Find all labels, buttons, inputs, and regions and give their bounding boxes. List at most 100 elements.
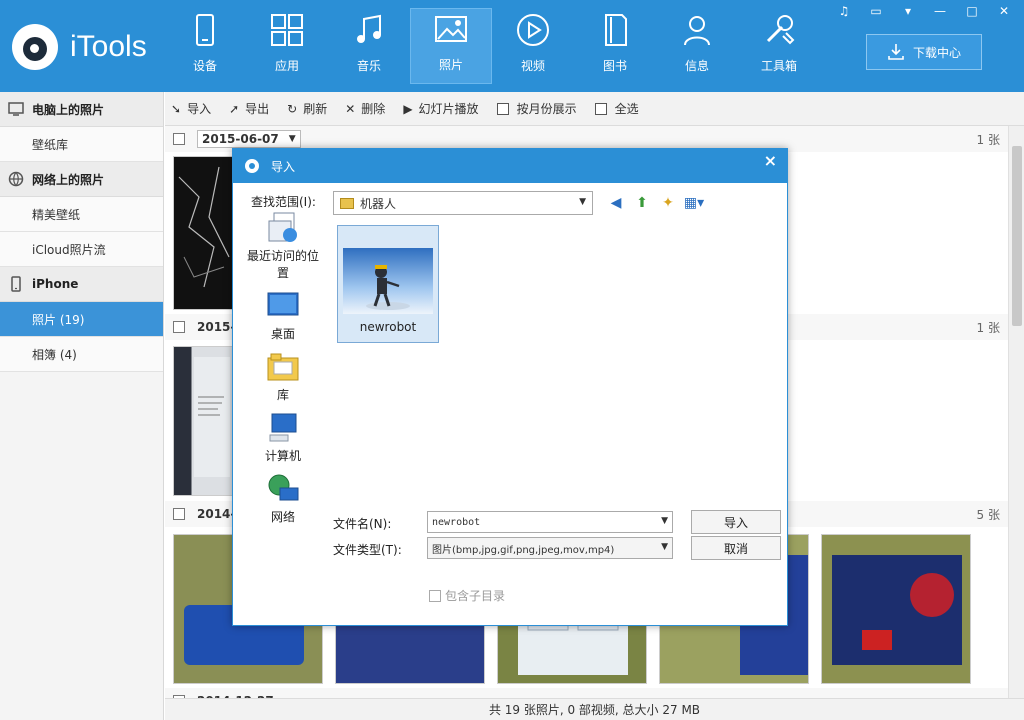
sidebar-item-icloud-stream[interactable]: iCloud照片流 <box>0 232 163 267</box>
group-date: 2015- <box>197 320 236 334</box>
group-checkbox[interactable] <box>173 133 185 145</box>
nav-tools[interactable]: 工具箱 <box>738 8 820 84</box>
sidebar-item-albums[interactable]: 相簿 (4) <box>0 337 163 372</box>
filename-label: 文件名(N): <box>333 517 392 531</box>
sidebar-item-wallpaper-library[interactable]: 壁纸库 <box>0 127 163 162</box>
desktop-icon <box>267 292 299 316</box>
group-date: 2014- <box>197 507 236 521</box>
sidebar-section-title: 电脑上的照片 <box>32 102 105 117</box>
nav-apps[interactable]: 应用 <box>246 8 328 84</box>
place-label: 库 <box>276 388 289 402</box>
sidebar-section-pc-photos[interactable]: 电脑上的照片 <box>0 92 163 127</box>
export-label: 导出 <box>245 102 270 116</box>
sidebar-item-fine-wallpaper[interactable]: 精美壁纸 <box>0 197 163 232</box>
by-month-checkbox[interactable]: 按月份展示 <box>496 100 577 117</box>
monitor-icon <box>8 102 24 116</box>
new-folder-icon[interactable]: ✦ <box>659 194 677 212</box>
map-photo-icon <box>178 166 230 288</box>
library-icon <box>267 353 299 381</box>
nav-photo[interactable]: 照片 <box>410 8 492 84</box>
music-mini-icon[interactable]: ♫ <box>832 2 856 20</box>
menu-icon[interactable]: ▾ <box>896 2 920 20</box>
status-text: 共 19 张照片, 0 部视频, 总大小 27 MB <box>488 703 701 717</box>
filename-input[interactable]: newrobot ▼ <box>427 511 673 533</box>
dialog-title: 导入 <box>271 159 296 174</box>
import-button[interactable]: ➘ 导入 <box>171 100 211 117</box>
group-checkbox[interactable] <box>173 508 185 520</box>
place-desktop[interactable]: 桌面 <box>243 289 323 342</box>
app-logo-text: iTools <box>70 30 147 63</box>
group-count: 1 张 <box>976 132 1000 147</box>
photo-thumbnail[interactable] <box>173 156 233 310</box>
vertical-scrollbar[interactable] <box>1008 126 1024 698</box>
photo-thumbnail[interactable] <box>173 346 233 496</box>
place-label: 网络 <box>270 510 295 524</box>
export-button[interactable]: ➚ 导出 <box>229 100 269 117</box>
download-center-button[interactable]: 下载中心 <box>866 34 982 70</box>
delete-button[interactable]: ✕ 删除 <box>345 100 385 117</box>
sidebar-section-web-photos[interactable]: 网络上的照片 <box>0 162 163 197</box>
sidebar: 电脑上的照片 壁纸库 网络上的照片 精美壁纸 iCloud照片流 iPhone … <box>0 92 164 720</box>
checkbox-icon <box>429 589 441 602</box>
place-computer[interactable]: 计算机 <box>243 411 323 464</box>
app-logo: iTools <box>12 22 147 72</box>
place-label: 最近访问的位置 <box>246 249 319 280</box>
chevron-down-icon: ▼ <box>288 134 296 144</box>
nav-video-label: 视频 <box>520 59 545 73</box>
photo-thumbnail[interactable] <box>821 534 971 684</box>
slideshow-label: 幻灯片播放 <box>418 102 479 116</box>
group-checkbox[interactable] <box>173 321 185 333</box>
screen-photo-icon <box>194 357 230 477</box>
dialog-title-bar[interactable]: 导入 × <box>233 149 787 183</box>
status-bar: 共 19 张照片, 0 部视频, 总大小 27 MB <box>165 698 1024 720</box>
select-all-checkbox[interactable]: 全选 <box>594 100 639 117</box>
nav-device-label: 设备 <box>192 59 217 73</box>
nav-video[interactable]: 视频 <box>492 8 574 84</box>
view-menu-icon[interactable]: ▦▾ <box>684 194 704 212</box>
places-bar: 最近访问的位置 桌面 库 计算机 网络 <box>243 211 323 533</box>
chevron-down-icon: ▼ <box>661 516 668 526</box>
nav-photo-label: 照片 <box>438 58 463 72</box>
nav-music[interactable]: 音乐 <box>328 8 410 84</box>
refresh-label: 刷新 <box>303 102 328 116</box>
close-icon[interactable]: ✕ <box>992 2 1016 20</box>
device-icon <box>196 14 214 46</box>
minimize-icon[interactable]: — <box>928 2 952 20</box>
back-icon[interactable]: ◀ <box>607 194 625 212</box>
place-libraries[interactable]: 库 <box>243 350 323 403</box>
file-item[interactable]: newrobot <box>337 225 439 343</box>
phone-icon <box>11 276 21 292</box>
chevron-down-icon: ▼ <box>579 197 586 207</box>
dialog-import-button[interactable]: 导入 <box>691 510 781 534</box>
top-bar: iTools 设备 应用 音乐 照片 视频 图书 信息 工具箱 下载中心 ♫ ▭… <box>0 0 1024 92</box>
look-in-value: 机器人 <box>360 196 397 211</box>
recent-places-icon <box>268 212 297 242</box>
apps-icon <box>271 14 303 46</box>
nav-music-label: 音乐 <box>356 59 381 73</box>
maximize-icon[interactable]: □ <box>960 2 984 20</box>
slideshow-button[interactable]: ▶ 幻灯片播放 <box>403 100 478 117</box>
nav-book[interactable]: 图书 <box>574 8 656 84</box>
look-in-dropdown[interactable]: 机器人 ▼ <box>333 191 593 215</box>
refresh-button[interactable]: ↻ 刷新 <box>287 100 327 117</box>
book-icon <box>605 14 627 46</box>
nav-contact[interactable]: 信息 <box>656 8 738 84</box>
include-subdirs-checkbox[interactable]: 包含子目录 <box>429 587 505 604</box>
scrollbar-thumb[interactable] <box>1012 146 1022 326</box>
window-controls: ♫ ▭ ▾ — □ ✕ <box>832 2 1016 20</box>
date-filter-dropdown[interactable]: 2015-06-07 ▼ <box>197 130 301 148</box>
place-network[interactable]: 网络 <box>243 472 323 525</box>
place-recent[interactable]: 最近访问的位置 <box>243 211 323 281</box>
checkbox-icon <box>496 102 509 115</box>
file-name: newrobot <box>359 320 417 334</box>
nav-device[interactable]: 设备 <box>164 8 246 84</box>
sidebar-section-iphone[interactable]: iPhone <box>0 267 163 302</box>
dialog-cancel-button[interactable]: 取消 <box>691 536 781 560</box>
itools-small-icon <box>245 159 259 173</box>
filetype-select[interactable]: 图片(bmp,jpg,gif,png,jpeg,mov,mp4) ▼ <box>427 537 673 559</box>
dialog-close-icon[interactable]: × <box>764 151 777 170</box>
place-label: 计算机 <box>264 449 301 463</box>
up-folder-icon[interactable]: ⬆ <box>633 194 651 212</box>
feedback-icon[interactable]: ▭ <box>864 2 888 20</box>
sidebar-item-photos[interactable]: 照片 (19) <box>0 302 163 337</box>
